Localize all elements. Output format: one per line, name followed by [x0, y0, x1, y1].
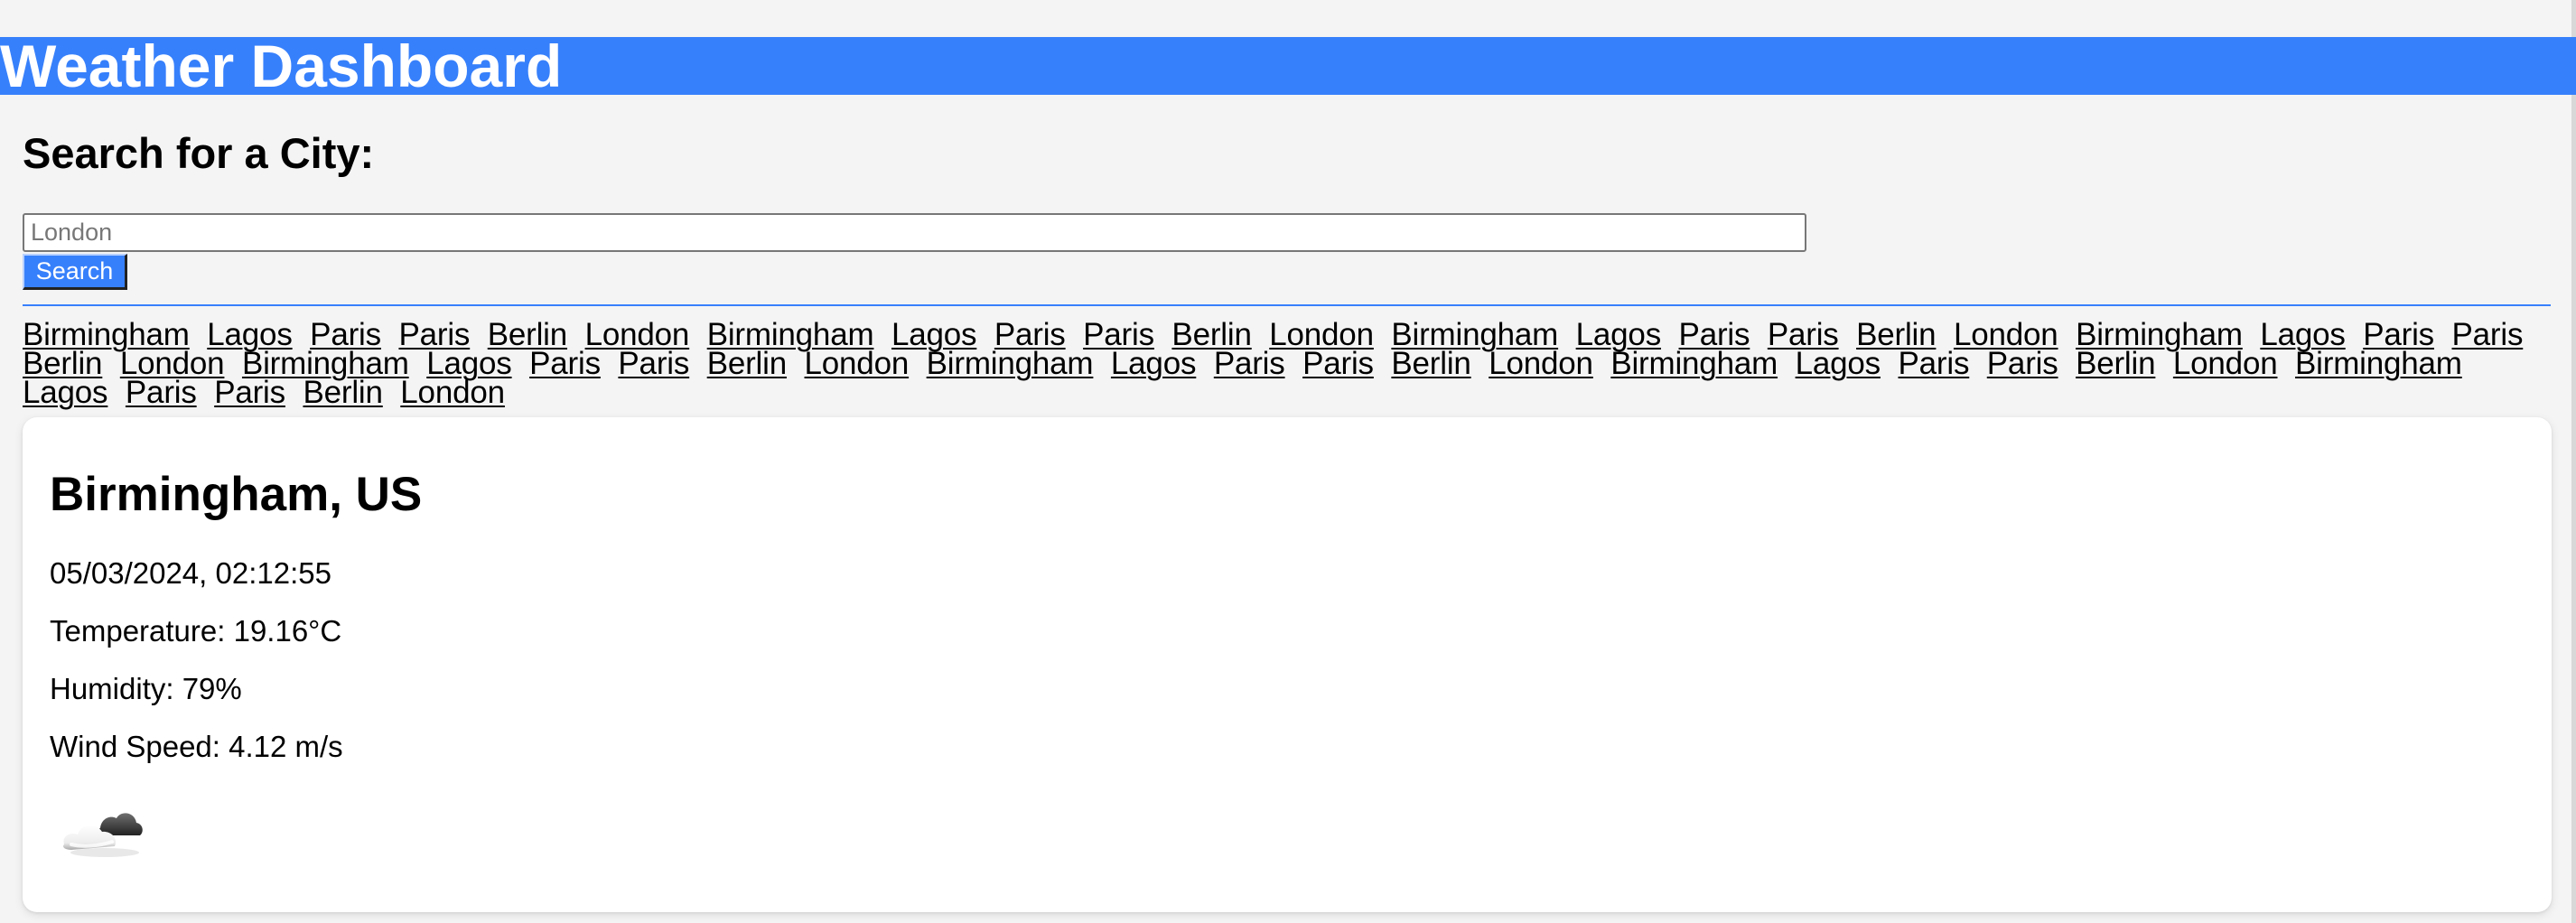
weather-humidity: Humidity: 79%: [50, 672, 242, 705]
history-city-link[interactable]: Birmingham: [927, 346, 1094, 381]
history-city-link[interactable]: Paris: [2452, 317, 2524, 352]
partly-cloudy-night-icon: [62, 813, 143, 857]
current-weather-card: Birmingham, US 05/03/2024, 02:12:55 Temp…: [23, 417, 2552, 912]
weather-date-time: 05/03/2024, 02:12:55: [50, 556, 331, 590]
history-city-link[interactable]: London: [2173, 346, 2278, 381]
weather-city-name: Birmingham, US: [50, 468, 423, 521]
history-city-link[interactable]: Birmingham: [1610, 346, 1778, 381]
history-city-link[interactable]: Birmingham: [2295, 346, 2462, 381]
history-city-link[interactable]: Paris: [1214, 346, 1285, 381]
history-city-link[interactable]: Paris: [1302, 346, 1374, 381]
window-right-edge: [2571, 0, 2576, 923]
history-city-link[interactable]: Paris: [618, 346, 689, 381]
history-city-link[interactable]: Paris: [529, 346, 601, 381]
history-city-link[interactable]: London: [400, 375, 505, 410]
history-city-link[interactable]: Lagos: [23, 375, 108, 410]
section-divider: [23, 304, 2551, 306]
dashboard-header: Weather Dashboard: [0, 33, 2576, 99]
weather-wind-speed: Wind Speed: 4.12 m/s: [50, 730, 343, 763]
history-city-link[interactable]: Lagos: [1796, 346, 1881, 381]
city-search-input[interactable]: [23, 213, 1806, 252]
history-city-link[interactable]: Paris: [214, 375, 285, 410]
history-city-link[interactable]: Berlin: [707, 346, 787, 381]
history-city-link[interactable]: Paris: [126, 375, 197, 410]
weather-temperature: Temperature: 19.16°C: [50, 614, 342, 648]
history-city-link[interactable]: London: [805, 346, 910, 381]
history-city-link[interactable]: Berlin: [303, 375, 382, 410]
search-heading: Search for a City:: [23, 129, 375, 177]
search-button[interactable]: Search: [23, 254, 127, 290]
search-history-list: Birmingham Lagos Paris Paris Berlin Lond…: [23, 319, 2551, 410]
history-city-link[interactable]: Paris: [1987, 346, 2058, 381]
history-city-link[interactable]: Berlin: [1391, 346, 1470, 381]
page-title: Weather Dashboard: [0, 33, 563, 99]
history-city-link[interactable]: Lagos: [1111, 346, 1197, 381]
history-city-link[interactable]: Berlin: [2076, 346, 2155, 381]
history-city-link[interactable]: London: [1489, 346, 1593, 381]
history-city-link[interactable]: Paris: [1899, 346, 1970, 381]
